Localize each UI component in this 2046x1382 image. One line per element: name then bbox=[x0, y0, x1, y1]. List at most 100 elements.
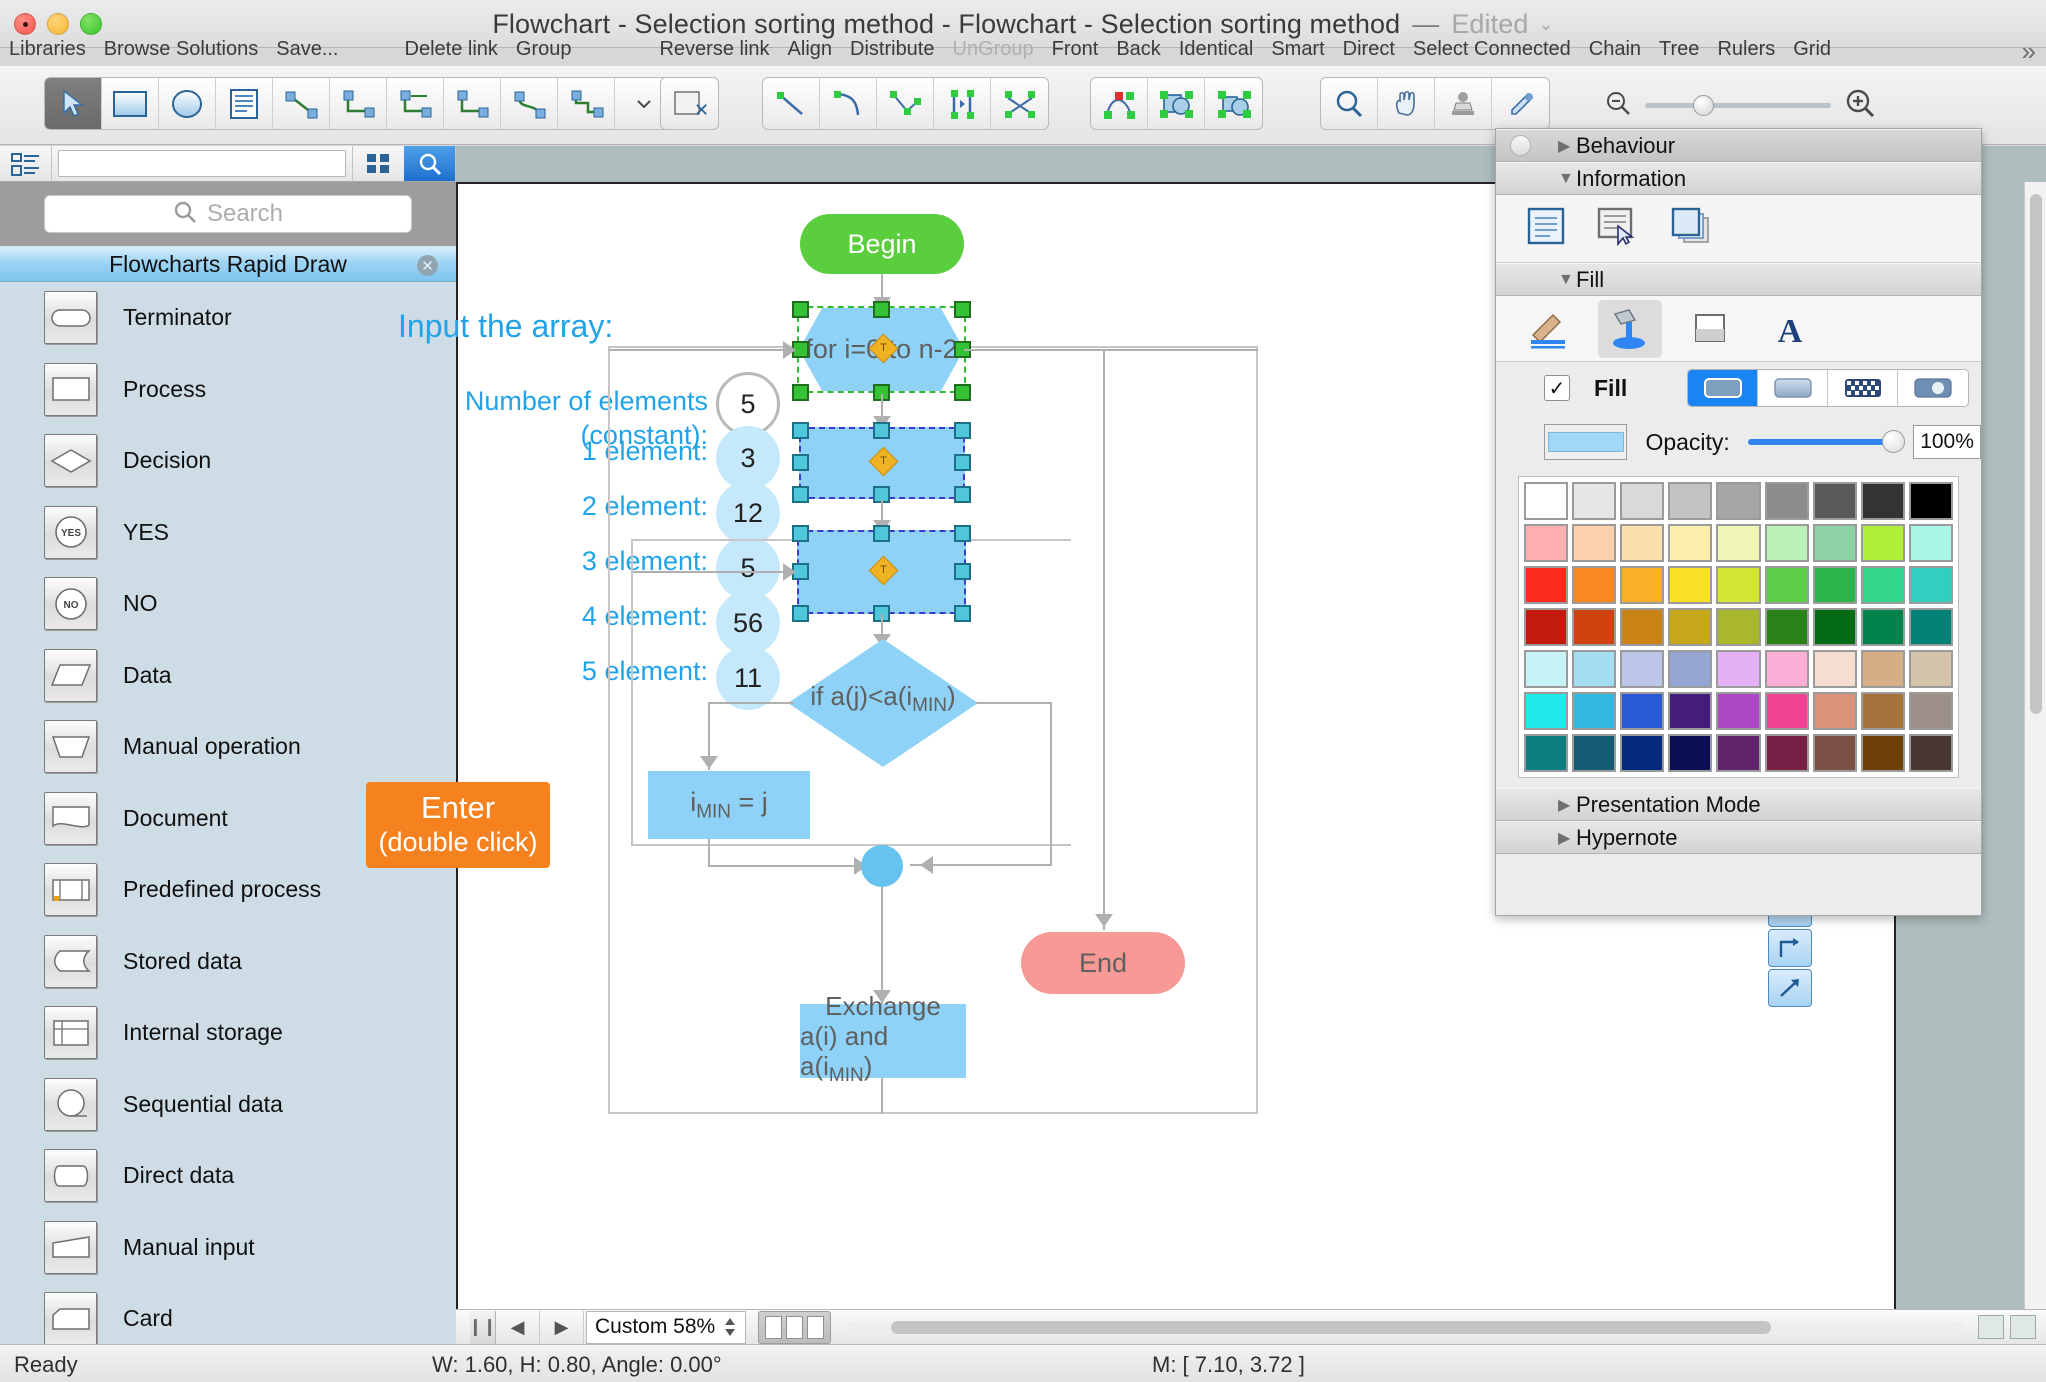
menu-item-select-connected[interactable]: Select Connected bbox=[1404, 38, 1580, 61]
menu-item-distribute[interactable]: Distribute bbox=[841, 38, 943, 61]
color-swatch[interactable] bbox=[1765, 524, 1809, 562]
color-swatch[interactable] bbox=[1524, 734, 1568, 772]
bus-connector-tool[interactable] bbox=[444, 78, 501, 129]
trim-tool[interactable] bbox=[991, 78, 1048, 129]
color-swatch[interactable] bbox=[1765, 566, 1809, 604]
zoom-slider-track[interactable] bbox=[1645, 103, 1831, 108]
zoom-out-icon[interactable] bbox=[1605, 90, 1631, 121]
menu-group-arrange[interactable]: Reverse link Align Distribute UnGroup Fr… bbox=[650, 38, 1840, 61]
section-presentation-mode[interactable]: ▶ Presentation Mode bbox=[1496, 788, 1981, 821]
color-swatch[interactable] bbox=[1813, 608, 1857, 646]
view-two-page[interactable] bbox=[786, 1316, 803, 1339]
color-swatch[interactable] bbox=[1668, 608, 1712, 646]
list-item[interactable]: Data bbox=[0, 640, 456, 712]
color-swatch[interactable] bbox=[1716, 524, 1760, 562]
menu-item-grid[interactable]: Grid bbox=[1784, 38, 1840, 61]
menu-item-save[interactable]: Save... bbox=[267, 38, 347, 61]
resize-handle[interactable] bbox=[954, 525, 971, 542]
rounded-connector-tool[interactable] bbox=[558, 78, 615, 129]
gradient-fill-style[interactable] bbox=[1758, 370, 1828, 406]
color-swatch[interactable] bbox=[1716, 650, 1760, 688]
right-angle-connector-button[interactable] bbox=[1768, 929, 1812, 967]
shadow-tab[interactable] bbox=[1678, 300, 1742, 358]
color-swatch[interactable] bbox=[1813, 566, 1857, 604]
opacity-slider[interactable] bbox=[1748, 439, 1895, 445]
next-page-button[interactable]: ▶ bbox=[540, 1311, 584, 1344]
node-begin[interactable]: Begin bbox=[800, 214, 964, 274]
section-information[interactable]: ▼ Information bbox=[1496, 162, 1981, 195]
image-fill-style[interactable] bbox=[1898, 370, 1968, 406]
list-item[interactable]: Direct data bbox=[0, 1140, 456, 1212]
resize-handle[interactable] bbox=[954, 605, 971, 622]
search-input[interactable]: Search bbox=[44, 195, 412, 233]
menu-item-group[interactable]: Group bbox=[507, 38, 581, 61]
library-tree-view-icon[interactable] bbox=[0, 146, 52, 181]
mirror-tool[interactable] bbox=[934, 78, 991, 129]
stepper-icon[interactable] bbox=[724, 1316, 737, 1338]
color-swatch[interactable] bbox=[1909, 650, 1953, 688]
color-swatch[interactable] bbox=[1909, 524, 1953, 562]
menu-item-back[interactable]: Back bbox=[1107, 38, 1169, 61]
full-screen-button[interactable] bbox=[2010, 1315, 2036, 1339]
fill-style-segmented-control[interactable] bbox=[1687, 369, 1969, 407]
color-swatch[interactable] bbox=[1668, 650, 1712, 688]
list-item[interactable]: Stored data bbox=[0, 926, 456, 998]
resize-handle[interactable] bbox=[954, 486, 971, 503]
node-merge-connector[interactable] bbox=[861, 845, 903, 887]
library-filter-input[interactable] bbox=[58, 150, 346, 177]
menu-item-direct[interactable]: Direct bbox=[1334, 38, 1404, 61]
zoom-level-selector[interactable]: Custom 58% bbox=[586, 1311, 746, 1344]
color-swatch[interactable] bbox=[1572, 692, 1616, 730]
shape-properties-icon[interactable] bbox=[1596, 206, 1640, 251]
rectangle-tool[interactable] bbox=[102, 78, 159, 129]
color-swatch[interactable] bbox=[1813, 692, 1857, 730]
list-item[interactable]: Manual operation bbox=[0, 711, 456, 783]
color-swatch[interactable] bbox=[1909, 608, 1953, 646]
color-swatch[interactable] bbox=[1572, 608, 1616, 646]
list-item[interactable]: Terminator bbox=[0, 282, 456, 354]
color-swatch[interactable] bbox=[1668, 734, 1712, 772]
color-swatch[interactable] bbox=[1765, 734, 1809, 772]
list-item[interactable]: Manual input bbox=[0, 1212, 456, 1284]
menu-item-identical[interactable]: Identical bbox=[1170, 38, 1263, 61]
menu-item-align[interactable]: Align bbox=[779, 38, 841, 61]
pattern-fill-style[interactable] bbox=[1828, 370, 1898, 406]
color-swatch[interactable] bbox=[1861, 524, 1905, 562]
color-swatch[interactable] bbox=[1524, 482, 1568, 520]
color-swatch[interactable] bbox=[1668, 524, 1712, 562]
chevron-right-icon[interactable]: ▶ bbox=[1558, 136, 1570, 156]
list-item[interactable]: Sequential data bbox=[0, 1069, 456, 1141]
menu-item-libraries[interactable]: Libraries bbox=[0, 38, 95, 61]
opacity-value[interactable]: 100% bbox=[1913, 425, 1981, 459]
vertical-scrollbar[interactable] bbox=[2024, 182, 2046, 1312]
zoom-tool[interactable] bbox=[1321, 78, 1378, 129]
line-style-tab[interactable] bbox=[1518, 300, 1582, 358]
resize-handle[interactable] bbox=[792, 454, 809, 471]
color-swatch[interactable] bbox=[1620, 692, 1664, 730]
color-swatch[interactable] bbox=[1620, 482, 1664, 520]
color-swatch[interactable] bbox=[1813, 650, 1857, 688]
behaviour-radio[interactable] bbox=[1510, 135, 1531, 156]
window-resize-buttons[interactable] bbox=[1978, 1315, 2046, 1339]
resize-handle[interactable] bbox=[873, 525, 890, 542]
document-properties-icon[interactable] bbox=[1526, 206, 1566, 251]
library-grid-view-icon[interactable] bbox=[352, 146, 404, 181]
polyline-tool[interactable] bbox=[877, 78, 934, 129]
line-tool[interactable] bbox=[763, 78, 820, 129]
color-swatch[interactable] bbox=[1524, 524, 1568, 562]
color-swatch[interactable] bbox=[1909, 734, 1953, 772]
color-swatch[interactable] bbox=[1716, 608, 1760, 646]
chevron-down-icon[interactable]: ▼ bbox=[1558, 170, 1574, 188]
color-swatch[interactable] bbox=[1620, 608, 1664, 646]
color-swatch[interactable] bbox=[1620, 566, 1664, 604]
view-multi-page[interactable] bbox=[807, 1316, 824, 1339]
horizontal-scrollbar-thumb[interactable] bbox=[891, 1321, 1771, 1334]
menu-group-file[interactable]: Libraries Browse Solutions Save... bbox=[0, 38, 348, 61]
resize-handle[interactable] bbox=[792, 301, 809, 318]
color-swatch[interactable] bbox=[1861, 692, 1905, 730]
color-swatch[interactable] bbox=[1909, 566, 1953, 604]
color-swatch[interactable] bbox=[1716, 734, 1760, 772]
vertical-scrollbar-thumb[interactable] bbox=[2030, 194, 2042, 714]
horizontal-scrollbar[interactable] bbox=[845, 1317, 1964, 1337]
edit-points-tool[interactable] bbox=[1091, 78, 1148, 129]
